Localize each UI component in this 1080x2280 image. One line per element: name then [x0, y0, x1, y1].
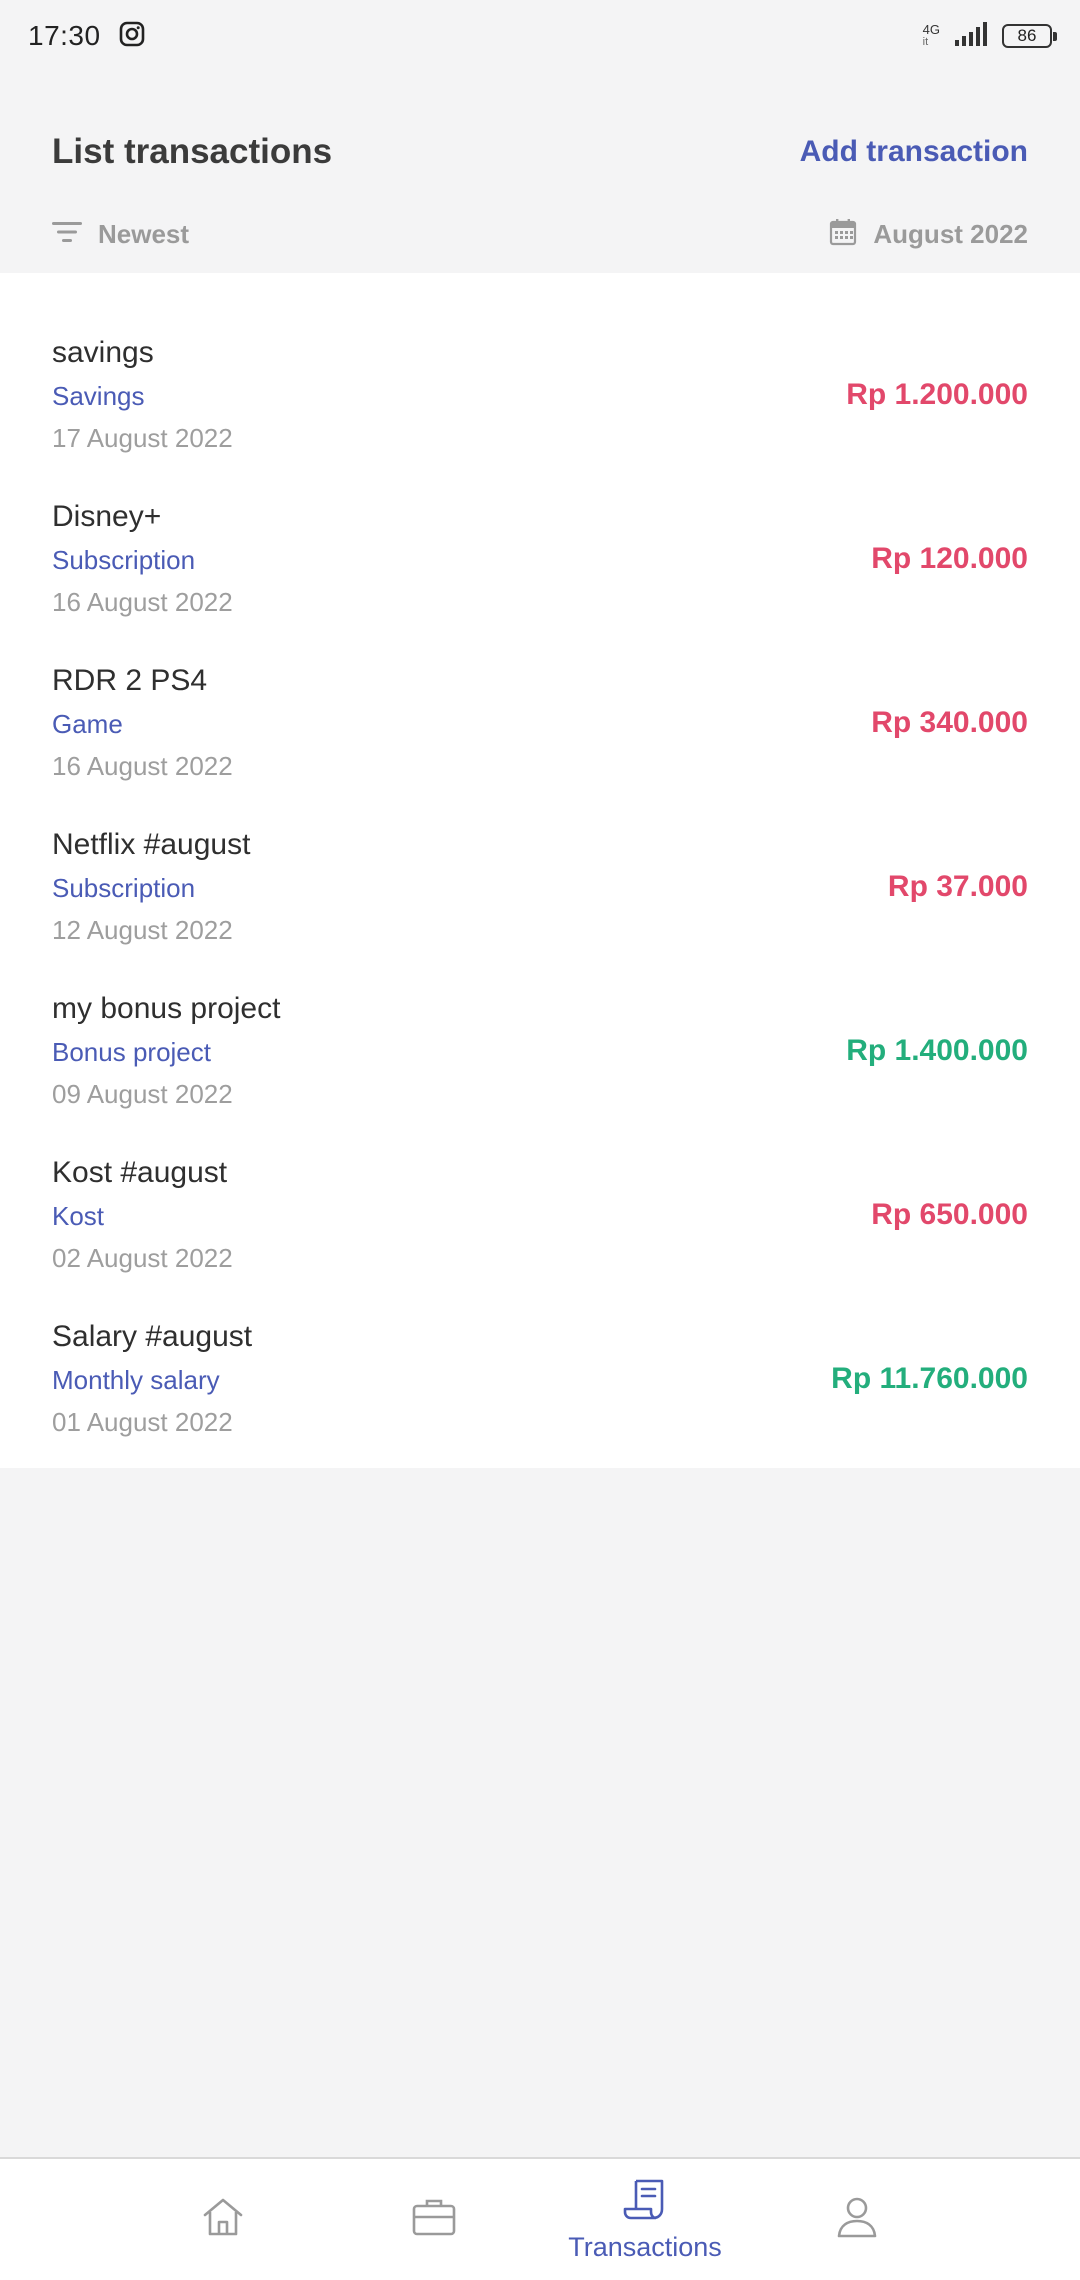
transaction-category: Game: [52, 709, 123, 739]
transaction-amount: Rp 120.000: [871, 542, 1028, 575]
transaction-item[interactable]: savings Savings 17 August 2022 Rp 1.200.…: [0, 313, 1080, 477]
transaction-item[interactable]: Netflix #august Subscription 12 August 2…: [0, 805, 1080, 969]
header: List transactions Add transaction: [52, 120, 1028, 184]
transaction-name: Kost #august: [52, 1156, 228, 1189]
calendar-icon: [829, 218, 857, 251]
instagram-icon: [119, 21, 145, 52]
transaction-amount: Rp 37.000: [887, 870, 1028, 903]
transaction-category: Bonus project: [52, 1037, 211, 1067]
status-left: 17:30: [28, 20, 145, 52]
transaction-amount: Rp 650.000: [871, 1198, 1028, 1231]
transaction-date: 17 August 2022: [52, 423, 233, 453]
sort-label: Newest: [98, 218, 190, 249]
transaction-date: 01 August 2022: [52, 1407, 233, 1437]
transaction-date: 09 August 2022: [52, 1079, 233, 1109]
transaction-info: my bonus project Bonus project 09 August…: [52, 987, 280, 1115]
transaction-date: 12 August 2022: [52, 915, 233, 945]
transaction-info: Salary #august Monthly salary 01 August …: [52, 1315, 252, 1443]
transaction-info: Netflix #august Subscription 12 August 2…: [52, 823, 250, 951]
network-sub: it: [922, 36, 929, 48]
transaction-amount: Rp 1.400.000: [846, 1034, 1028, 1067]
signal-icon: [954, 21, 988, 52]
transaction-item[interactable]: RDR 2 PS4 Game 16 August 2022 Rp 340.000: [0, 641, 1080, 805]
transaction-item[interactable]: Kost #august Kost 02 August 2022 Rp 650.…: [0, 1133, 1080, 1297]
transaction-date: 16 August 2022: [52, 587, 233, 617]
transaction-name: Disney+: [52, 500, 162, 533]
transaction-name: RDR 2 PS4: [52, 664, 208, 697]
transaction-category: Subscription: [52, 545, 196, 575]
sort-filter[interactable]: Newest: [52, 219, 189, 250]
transaction-list: savings Savings 17 August 2022 Rp 1.200.…: [0, 273, 1080, 1468]
add-transaction-button[interactable]: Add transaction: [800, 135, 1028, 169]
transaction-name: Salary #august: [52, 1320, 253, 1353]
battery-icon: 86: [1002, 24, 1057, 48]
month-filter[interactable]: August 2022: [829, 218, 1028, 251]
transaction-category: Monthly salary: [52, 1365, 220, 1395]
status-bar: 17:30 4G it 86: [0, 0, 1080, 72]
transaction-item[interactable]: Disney+ Subscription 16 August 2022 Rp 1…: [0, 477, 1080, 641]
nav-home[interactable]: [163, 2159, 283, 2280]
status-time: 17:30: [28, 20, 101, 51]
transactions-screen: 17:30 4G it 86 List transactions Add tra…: [0, 0, 1080, 2280]
status-right: 4G it 86: [923, 21, 1057, 52]
nav-portfolio[interactable]: [374, 2159, 494, 2280]
transaction-name: Netflix #august: [52, 828, 251, 861]
battery-level: 86: [1017, 26, 1037, 45]
transaction-name: savings: [52, 336, 154, 369]
transaction-info: savings Savings 17 August 2022: [52, 331, 233, 459]
nav-transactions-label: Transactions: [568, 2231, 722, 2262]
transaction-category: Savings: [52, 381, 145, 411]
transaction-info: Disney+ Subscription 16 August 2022: [52, 495, 233, 623]
month-label: August 2022: [873, 218, 1028, 249]
transaction-amount: Rp 1.200.000: [846, 378, 1028, 411]
profile-icon: [836, 2195, 878, 2244]
transaction-date: 02 August 2022: [52, 1243, 233, 1273]
nav-profile[interactable]: [797, 2159, 917, 2280]
transaction-item[interactable]: Salary #august Monthly salary 01 August …: [0, 1297, 1080, 1461]
transaction-item[interactable]: my bonus project Bonus project 09 August…: [0, 969, 1080, 1133]
network-type: 4G: [922, 22, 940, 37]
transaction-amount: Rp 340.000: [871, 706, 1028, 739]
receipt-icon: [622, 2177, 668, 2226]
transaction-info: RDR 2 PS4 Game 16 August 2022: [52, 659, 233, 787]
network-indicator: 4G it: [923, 23, 940, 49]
transaction-info: Kost #august Kost 02 August 2022: [52, 1151, 233, 1279]
filter-icon: [52, 221, 82, 248]
briefcase-icon: [411, 2196, 457, 2243]
page-title: List transactions: [52, 132, 333, 171]
transaction-category: Subscription: [52, 873, 196, 903]
home-icon: [201, 2195, 245, 2244]
transaction-name: my bonus project: [52, 992, 281, 1025]
nav-transactions[interactable]: Transactions: [555, 2159, 735, 2280]
filter-row: Newest August 2022: [52, 206, 1028, 262]
transaction-amount: Rp 11.760.000: [831, 1362, 1028, 1395]
transaction-category: Kost: [52, 1201, 105, 1231]
bottom-nav: Transactions: [0, 2157, 1080, 2280]
transaction-date: 16 August 2022: [52, 751, 233, 781]
